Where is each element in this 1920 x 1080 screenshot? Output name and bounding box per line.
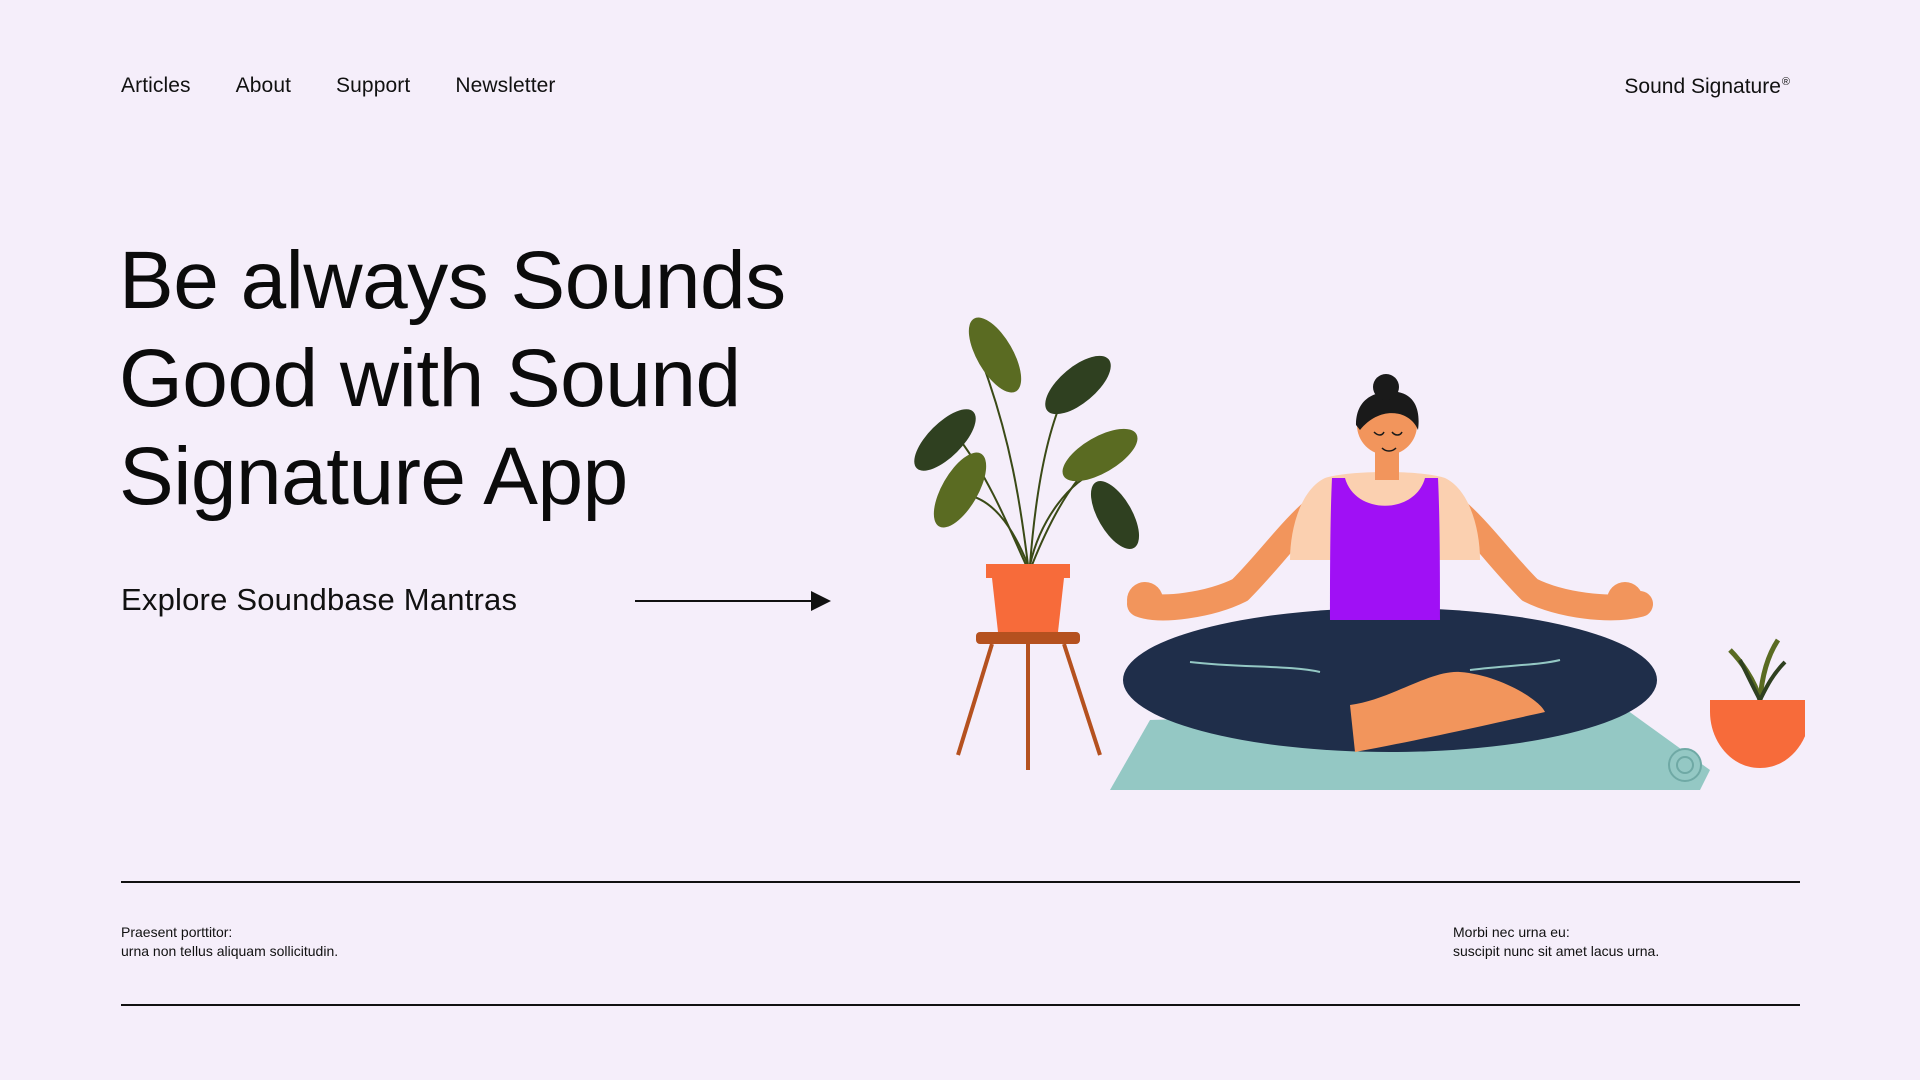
brand-logo[interactable]: Sound Signature®	[1624, 75, 1790, 99]
registered-mark: ®	[1781, 76, 1790, 88]
small-potted-plant	[1710, 638, 1805, 768]
hero-title: Be always Sounds Good with Sound Signatu…	[119, 232, 839, 526]
brand-name: Sound Signature	[1624, 75, 1781, 98]
footer-right-line-2: suscipit nunc sit amet lacus urna.	[1453, 943, 1660, 959]
landing-page: Articles About Support Newsletter Sound …	[0, 0, 1920, 1080]
nav-support[interactable]: Support	[336, 74, 410, 98]
cta-label: Explore Soundbase Mantras	[121, 582, 518, 617]
meditation-illustration	[914, 317, 1805, 790]
nav-articles[interactable]: Articles	[121, 74, 191, 98]
potted-plant-on-stool	[914, 317, 1140, 770]
hero-title-line-1: Be always Sounds	[119, 235, 786, 326]
meditating-woman	[1123, 374, 1657, 752]
footer-left-line-2: urna non tellus aliquam sollicitudin.	[121, 943, 339, 959]
footer-note-left: Praesent porttitor: urna non tellus aliq…	[121, 923, 338, 961]
footer-left-line-1: Praesent porttitor:	[121, 924, 233, 940]
explore-mantras-link[interactable]: Explore Soundbase Mantras	[121, 578, 831, 622]
footer-divider-top	[121, 881, 1800, 883]
footer-divider-bottom	[121, 1004, 1800, 1006]
hero-title-line-3: Signature App	[119, 431, 628, 522]
arrow-right-icon	[635, 591, 831, 611]
nav-newsletter[interactable]: Newsletter	[455, 74, 555, 98]
footer-note-right: Morbi nec urna eu: suscipit nunc sit ame…	[1453, 923, 1659, 961]
nav-about[interactable]: About	[236, 74, 291, 98]
top-nav: Articles About Support Newsletter	[121, 74, 601, 98]
hero-title-line-2: Good with Sound	[119, 333, 741, 424]
footer-right-line-1: Morbi nec urna eu:	[1453, 924, 1570, 940]
